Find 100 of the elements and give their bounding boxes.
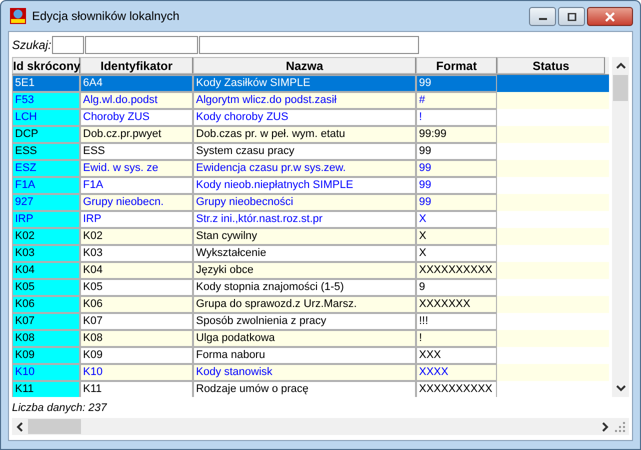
table-cell: X xyxy=(416,245,497,262)
search-field[interactable] xyxy=(52,36,84,54)
table-cell: K11 xyxy=(12,381,80,397)
table-cell: K04 xyxy=(12,262,80,279)
table-cell: K06 xyxy=(80,296,193,313)
table-cell: ! xyxy=(416,109,497,126)
table-cell: XXXXXXX xyxy=(416,296,497,313)
close-button[interactable] xyxy=(587,7,633,26)
scroll-left-icon[interactable] xyxy=(16,422,24,432)
table-cell: Dob.cz.pr.pwyet xyxy=(80,126,193,143)
table-cell: !!! xyxy=(416,313,497,330)
table-cell: XXXXXXXXXX xyxy=(416,381,497,397)
scrollbar-thumb[interactable] xyxy=(28,419,81,434)
table-cell: K11 xyxy=(80,381,193,397)
maximize-button[interactable] xyxy=(558,7,585,26)
table-cell: Ewid. w sys. ze xyxy=(80,160,193,177)
table-cell: K02 xyxy=(80,228,193,245)
table-cell: IRP xyxy=(80,211,193,228)
table-cell: 99 xyxy=(416,194,497,211)
table-cell: DCP xyxy=(12,126,80,143)
search-field[interactable] xyxy=(199,36,420,54)
table-cell: 99 xyxy=(416,143,497,160)
table-cell: Kody stanowisk xyxy=(193,364,416,381)
search-field[interactable] xyxy=(85,36,198,54)
app-icon xyxy=(10,8,26,24)
table-row[interactable]: K04 K04 Języki obce XXXXXXXXXX xyxy=(12,262,609,279)
search-label: Szukaj: xyxy=(12,38,52,52)
column-header[interactable]: Format xyxy=(416,57,497,74)
minimize-button[interactable] xyxy=(529,7,556,26)
scroll-down-icon[interactable] xyxy=(616,384,626,392)
table-cell: K06 xyxy=(12,296,80,313)
close-icon xyxy=(604,12,616,22)
table-cell: XXX xyxy=(416,347,497,364)
table-cell: K05 xyxy=(80,279,193,296)
table-cell: K08 xyxy=(80,330,193,347)
table-cell: Wykształcenie xyxy=(193,245,416,262)
horizontal-scrollbar[interactable] xyxy=(12,418,629,435)
column-header[interactable]: Identyfikator xyxy=(80,57,193,74)
table-cell: 99:99 xyxy=(416,126,497,143)
table-cell: K07 xyxy=(80,313,193,330)
table-cell: Alg.wl.do.podst xyxy=(80,92,193,109)
table-cell: 99 xyxy=(416,75,497,92)
table-cell: # xyxy=(416,92,497,109)
table-cell: K03 xyxy=(80,245,193,262)
table-row[interactable]: DCP Dob.cz.pr.pwyet Dob.czas pr. w peł. wym. etatu 99:99 xyxy=(12,126,609,143)
table-cell: K10 xyxy=(12,364,80,381)
resize-grip-icon[interactable] xyxy=(615,422,625,432)
table-cell: LCH xyxy=(12,109,80,126)
table-cell: Ewidencja czasu pr.w sys.zew. xyxy=(193,160,416,177)
table-cell: K07 xyxy=(12,313,80,330)
table-cell: F53 xyxy=(12,92,80,109)
table-row[interactable]: ESZ Ewid. w sys. ze Ewidencja czasu pr.w sys.zew. 99 xyxy=(12,160,609,177)
table-cell: Kody Zasiłków SIMPLE xyxy=(193,75,416,92)
table-cell: XXXXXXXXXX xyxy=(416,262,497,279)
scroll-up-icon[interactable] xyxy=(616,62,626,70)
table-cell: K09 xyxy=(80,347,193,364)
table-cell: 99 xyxy=(416,160,497,177)
column-header[interactable]: Nazwa xyxy=(193,57,416,74)
table-cell: Forma naboru xyxy=(193,347,416,364)
table-cell: Sposób zwolnienia z pracy xyxy=(193,313,416,330)
table-cell: ESZ xyxy=(12,160,80,177)
table-row[interactable]: K08 K08 Ulga podatkowa ! xyxy=(12,330,609,347)
table-cell: Rodzaje umów o pracę xyxy=(193,381,416,397)
table-cell: K02 xyxy=(12,228,80,245)
maximize-icon xyxy=(566,12,576,20)
table-cell: Grupy nieobecn. xyxy=(80,194,193,211)
vertical-scrollbar[interactable] xyxy=(612,57,629,397)
table-cell: ESS xyxy=(12,143,80,160)
table-cell: X xyxy=(416,211,497,228)
table-cell: IRP xyxy=(12,211,80,228)
table-cell: Grupy nieobecności xyxy=(193,194,416,211)
table-cell: Języki obce xyxy=(193,262,416,279)
table-cell: Stan cywilny xyxy=(193,228,416,245)
table-cell: Grupa do sprawozd.z Urz.Marsz. xyxy=(193,296,416,313)
table-row[interactable]: K06 K06 Grupa do sprawozd.z Urz.Marsz. XXXXXXX xyxy=(12,296,609,313)
scrollbar-thumb[interactable] xyxy=(613,75,628,101)
table-row[interactable]: F53 Alg.wl.do.podst Algorytm wlicz.do podst.zasił # xyxy=(12,92,609,109)
record-count: Liczba danych: 237 xyxy=(12,402,107,414)
table-cell: 927 xyxy=(12,194,80,211)
table-cell: Algorytm wlicz.do podst.zasił xyxy=(193,92,416,109)
table-cell: K09 xyxy=(12,347,80,364)
table-cell: Dob.czas pr. w peł. wym. etatu xyxy=(193,126,416,143)
column-header[interactable]: Id skrócony xyxy=(12,57,80,74)
scroll-right-icon[interactable] xyxy=(601,422,609,432)
table-cell: K05 xyxy=(12,279,80,296)
column-header[interactable]: Status xyxy=(497,57,605,74)
table-cell: ! xyxy=(416,330,497,347)
table-cell: 99 xyxy=(416,177,497,194)
table-row[interactable]: K10 K10 Kody stanowisk XXXX xyxy=(12,364,609,381)
table-row[interactable]: 5E1 6A4 Kody Zasiłków SIMPLE 99 xyxy=(12,75,609,92)
table-row[interactable]: 927 Grupy nieobecn. Grupy nieobecności 99 xyxy=(12,194,609,211)
table-cell: K03 xyxy=(12,245,80,262)
window-title: Edycja słowników lokalnych xyxy=(32,9,180,23)
table-cell: Kody stopnia znajomości (1-5) xyxy=(193,279,416,296)
table-cell: K08 xyxy=(12,330,80,347)
table-row[interactable]: K02 K02 Stan cywilny X xyxy=(12,228,609,245)
table-cell: 9 xyxy=(416,279,497,296)
table-cell: ESS xyxy=(80,143,193,160)
table-cell: K10 xyxy=(80,364,193,381)
table-cell: Choroby ZUS xyxy=(80,109,193,126)
